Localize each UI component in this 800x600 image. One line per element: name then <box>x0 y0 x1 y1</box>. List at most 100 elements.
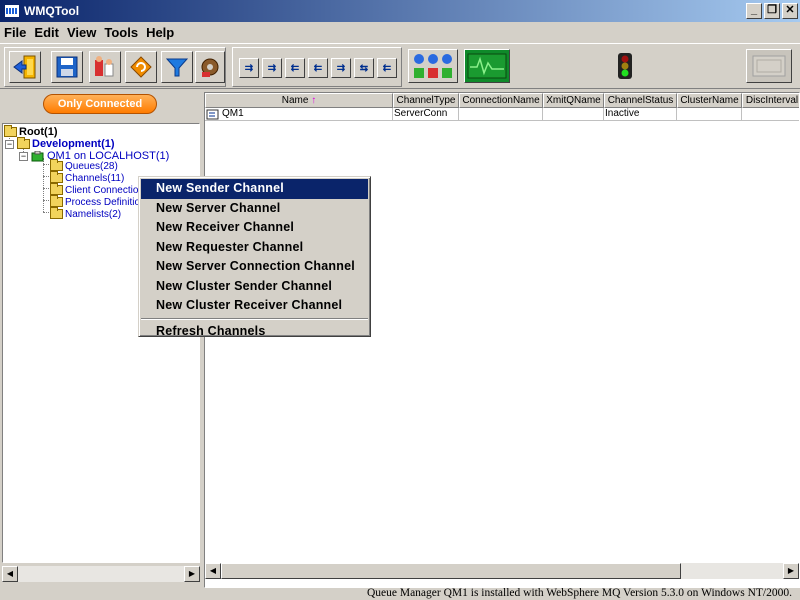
tree-client-connection[interactable]: Client Connection <box>50 183 144 196</box>
column-header-xmitqname[interactable]: XmitQName <box>543 93 604 108</box>
monitor-icon <box>467 53 507 79</box>
column-header-discinterval[interactable]: DiscInterval <box>742 93 799 108</box>
minimize-button[interactable]: _ <box>746 3 762 19</box>
sender-channel-button[interactable]: ⇉ <box>239 58 259 78</box>
menu-new-receiver-channel[interactable]: New Receiver Channel <box>141 218 368 238</box>
cell-connectionname <box>459 108 543 121</box>
table-horizontal-scrollbar[interactable]: ◀ ▶ <box>205 563 799 579</box>
tree-process-definition[interactable]: Process Definitio <box>50 195 141 208</box>
receiver-channel-button[interactable]: ⇇ <box>285 58 305 78</box>
menu-edit[interactable]: Edit <box>30 25 63 40</box>
cluster-receiver-icon: ⇆ <box>359 62 369 74</box>
tree-client-connection-label: Client Connection <box>65 184 144 196</box>
menu-new-cluster-receiver-channel[interactable]: New Cluster Receiver Channel <box>141 296 368 316</box>
panel-button[interactable] <box>746 49 792 83</box>
cell-xmitqname <box>543 108 604 121</box>
folder-open-icon <box>4 125 17 137</box>
folder-icon <box>50 195 63 207</box>
table-row[interactable]: QM1 ServerConn Inactive <box>205 108 799 121</box>
tree-development[interactable]: − Development(1) <box>5 137 115 150</box>
app-icon <box>4 4 20 18</box>
server-channel-button[interactable]: ⇉ <box>262 58 282 78</box>
cell-name: QM1 <box>205 108 393 121</box>
folder-open-icon <box>50 171 63 183</box>
collapse-icon[interactable]: − <box>5 139 14 149</box>
tree-horizontal-scrollbar[interactable]: ◀ ▶ <box>2 566 200 582</box>
cell-discinterval <box>742 108 799 121</box>
close-button[interactable]: ✕ <box>782 3 798 19</box>
scroll-thumb[interactable] <box>221 563 681 579</box>
menu-file[interactable]: File <box>0 25 30 40</box>
traffic-light-icon <box>618 53 632 79</box>
restore-button[interactable]: ❐ <box>764 3 780 19</box>
save-button[interactable] <box>51 51 83 83</box>
refresh-button[interactable] <box>125 51 157 83</box>
settings-button[interactable] <box>195 51 225 83</box>
only-connected-button[interactable]: Only Connected <box>43 94 157 114</box>
cell-clustername <box>677 108 742 121</box>
menu-refresh-channels[interactable]: Refresh Channels <box>141 322 368 342</box>
scroll-left-icon[interactable]: ◀ <box>205 563 221 579</box>
users-button[interactable] <box>89 51 121 83</box>
menu-view[interactable]: View <box>63 25 100 40</box>
status-text: Queue Manager QM1 is installed with WebS… <box>366 587 792 599</box>
menu-new-requester-channel[interactable]: New Requester Channel <box>141 238 368 258</box>
save-icon <box>56 56 78 78</box>
folder-icon <box>50 159 63 171</box>
menu-new-sender-channel[interactable]: New Sender Channel <box>141 179 368 199</box>
tree-namelists-label: Namelists(2) <box>65 208 122 220</box>
users-icon <box>95 56 114 77</box>
scroll-left-icon[interactable]: ◀ <box>2 566 18 582</box>
tree-namelists[interactable]: Namelists(2) <box>50 207 122 220</box>
receiver-channel-icon: ⇇ <box>290 62 300 74</box>
exit-icon <box>13 55 36 79</box>
column-header-connectionname[interactable]: ConnectionName <box>459 93 543 108</box>
folder-open-icon <box>17 137 30 149</box>
tree-channels[interactable]: Channels(11) <box>50 171 125 184</box>
refresh-icon <box>130 56 152 78</box>
scroll-right-icon[interactable]: ▶ <box>184 566 200 582</box>
column-header-clustername[interactable]: ClusterName <box>677 93 742 108</box>
cluster-sender-icon: ⇉ <box>336 62 346 74</box>
requester-channel-button[interactable]: ⇇ <box>308 58 328 78</box>
table-header: Name ↑ ChannelType ConnectionName XmitQN… <box>205 93 799 108</box>
cell-channelstatus: Inactive <box>604 108 677 121</box>
tree-root[interactable]: Root(1) <box>4 125 58 138</box>
sort-ascending-icon: ↑ <box>311 95 317 106</box>
filter-icon <box>165 58 189 77</box>
cell-channeltype: ServerConn <box>393 108 459 121</box>
status-lights-icon <box>414 54 452 78</box>
cluster-sender-button[interactable]: ⇉ <box>331 58 351 78</box>
tree-queues[interactable]: Queues(28) <box>50 159 118 172</box>
sender-channel-icon: ⇉ <box>244 62 254 74</box>
column-name-label: Name <box>281 95 309 106</box>
exit-button[interactable] <box>9 51 41 83</box>
tree-channels-label: Channels(11) <box>65 172 125 184</box>
menu-separator <box>141 317 368 320</box>
menu-new-server-connection-channel[interactable]: New Server Connection Channel <box>141 257 368 277</box>
cell-name-text: QM1 <box>222 108 244 119</box>
tree-development-label: Development(1) <box>32 138 115 150</box>
collapse-icon[interactable]: − <box>19 151 28 161</box>
menu-help[interactable]: Help <box>142 25 178 40</box>
traffic-light <box>616 52 634 83</box>
column-header-name[interactable]: Name ↑ <box>205 93 393 108</box>
scroll-right-icon[interactable]: ▶ <box>783 563 799 579</box>
window-title: WMQTool <box>24 4 80 18</box>
status-bar: Queue Manager QM1 is installed with WebS… <box>0 587 800 600</box>
panel-icon <box>752 55 786 77</box>
cluster-receiver-button[interactable]: ⇆ <box>354 58 374 78</box>
server-channel-icon: ⇉ <box>267 62 277 74</box>
tree-process-definition-label: Process Definitio <box>65 196 141 208</box>
menu-new-cluster-sender-channel[interactable]: New Cluster Sender Channel <box>141 277 368 297</box>
status-lights-button[interactable] <box>408 49 458 83</box>
monitor-button[interactable] <box>464 49 510 83</box>
filter-button[interactable] <box>161 51 193 83</box>
folder-icon <box>50 183 63 195</box>
column-header-channelstatus[interactable]: ChannelStatus <box>604 93 677 108</box>
column-header-channeltype[interactable]: ChannelType <box>393 93 459 108</box>
svrconn-channel-button[interactable]: ⇇ <box>377 58 397 78</box>
menu-tools[interactable]: Tools <box>100 25 142 40</box>
menu-new-server-channel[interactable]: New Server Channel <box>141 199 368 219</box>
svrconn-channel-icon: ⇇ <box>382 62 392 74</box>
